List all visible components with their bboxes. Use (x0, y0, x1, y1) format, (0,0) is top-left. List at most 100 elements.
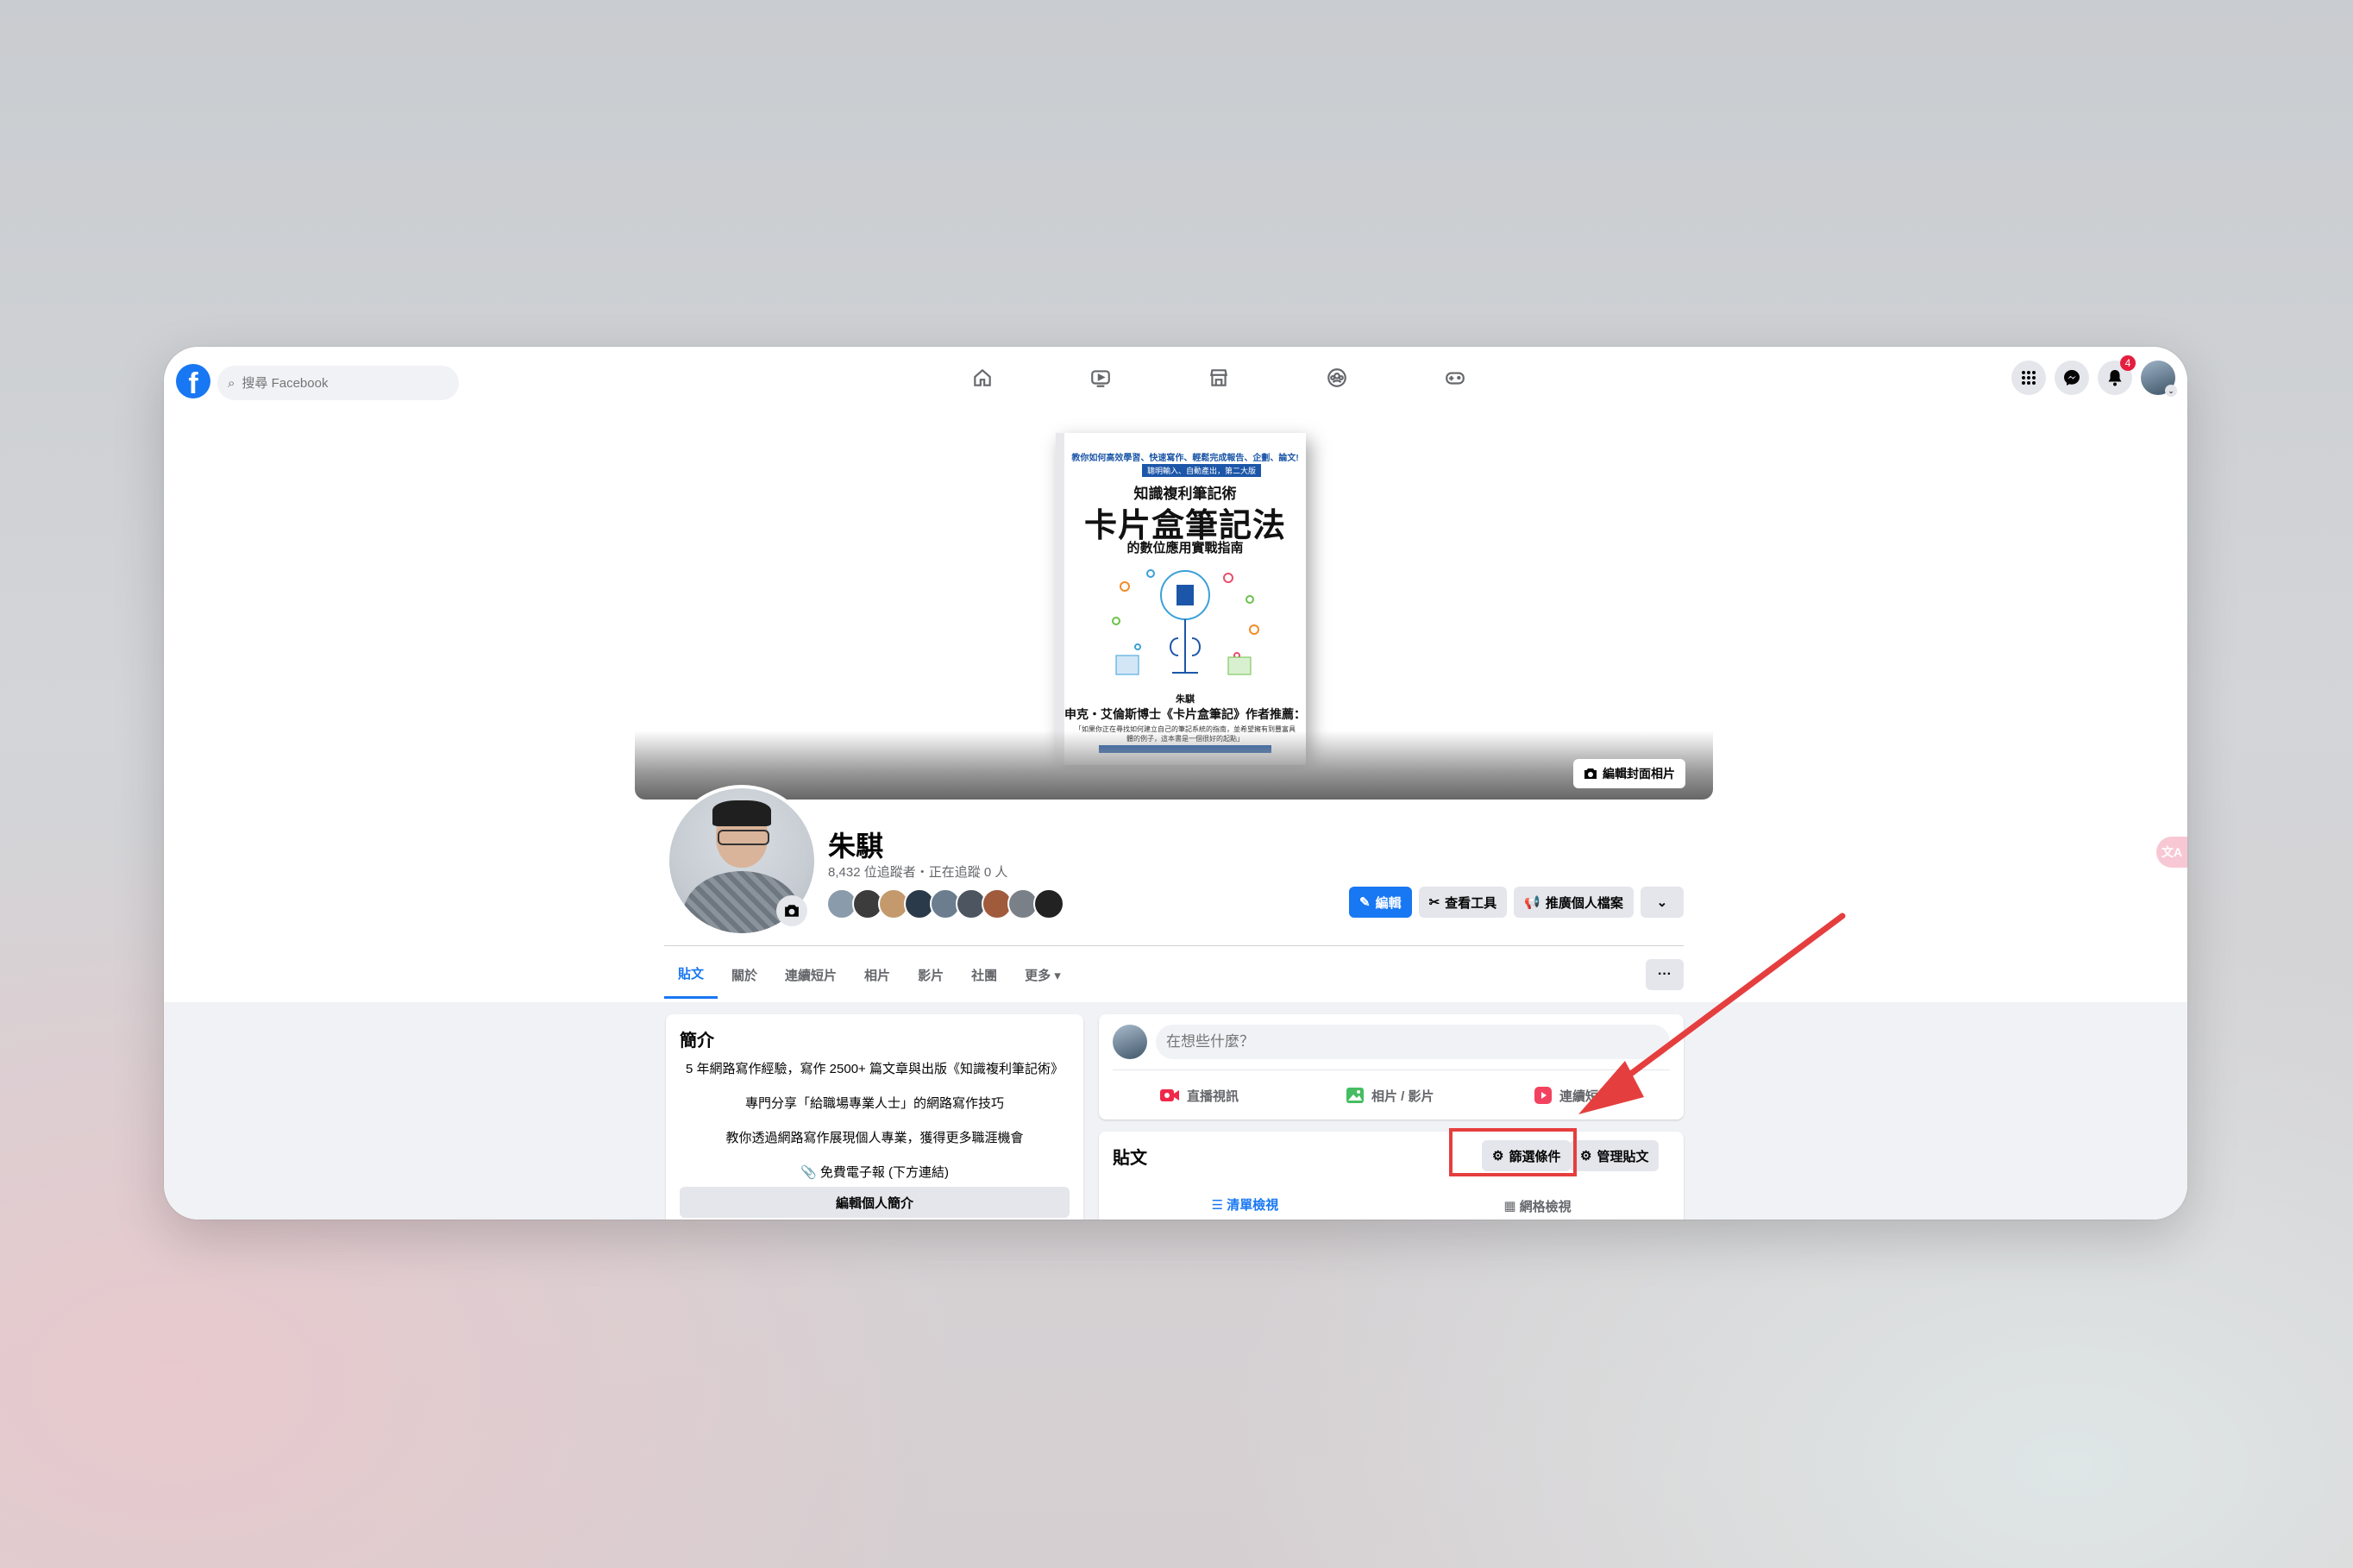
view-tools-button[interactable]: ✂ 查看工具 (1418, 887, 1508, 918)
search-icon: ⌕ (228, 375, 235, 391)
composer-input[interactable] (1156, 1025, 1670, 1059)
list-icon: ☰ (1211, 1197, 1227, 1213)
camera-icon (785, 905, 799, 917)
video-icon (1090, 370, 1110, 387)
book-subtitle: 的數位應用實戰指南 (1126, 541, 1244, 555)
search-input[interactable] (240, 374, 434, 392)
grid-view-label: 網格檢視 (1519, 1199, 1572, 1214)
intro-line: 📎 免費電子報 (下方連結) (800, 1165, 949, 1180)
list-view-tab[interactable]: ☰ 清單檢視 (1099, 1187, 1391, 1220)
edit-cover-label: 編輯封面相片 (1603, 767, 1675, 781)
tab-options-button[interactable]: ··· (1646, 959, 1684, 990)
update-profile-picture-button[interactable] (776, 895, 807, 926)
facebook-logo[interactable]: f (176, 364, 210, 398)
notification-badge: 4 (2120, 355, 2136, 371)
intro-line: 專門分享「給職場專業人士」的網路寫作技巧 (744, 1096, 1004, 1111)
manage-posts-button[interactable]: ⚙ 管理貼文 (1570, 1140, 1660, 1171)
profile-photo-hair (712, 800, 771, 826)
tab-reels[interactable]: 連續短片 (771, 950, 850, 999)
gear-icon: ⚙ (1580, 1149, 1592, 1163)
reels-icon (1534, 1087, 1552, 1104)
tab-more[interactable]: 更多 ▾ (1011, 950, 1075, 999)
cover-gradient (635, 731, 1713, 800)
book-author: 朱騏 (1176, 694, 1195, 705)
gaming-nav-button[interactable] (1396, 361, 1514, 395)
marketplace-nav-button[interactable] (1159, 361, 1277, 395)
profile-photo-glasses (718, 830, 769, 845)
intro-line: 教你透過網路寫作展現個人專業，獲得更多職涯機會 (725, 1131, 1024, 1145)
tab-photos[interactable]: 相片 (850, 950, 904, 999)
composer-avatar[interactable] (1113, 1025, 1147, 1059)
promote-profile-label: 推廣個人檔案 (1545, 895, 1623, 911)
pencil-icon: ✎ (1359, 895, 1371, 910)
book-edition: 聰明輸入、自動產出，第二大版 (1142, 464, 1262, 477)
messenger-button[interactable] (2055, 361, 2089, 395)
post-composer: 直播視訊 相片 / 影片 連續短片 (1099, 1014, 1684, 1120)
camera-icon (1584, 768, 1597, 779)
posts-section: 貼文 ⚙︎ 篩選條件 ⚙ 管理貼文 ☰ 清單檢視 ▦ 網格檢視 (1099, 1132, 1684, 1220)
reels-button[interactable]: 連續短片 (1534, 1078, 1611, 1113)
live-video-label: 直播視訊 (1187, 1088, 1239, 1104)
messenger-icon (2064, 370, 2080, 386)
follower-avatar[interactable] (1033, 888, 1064, 919)
book-tagline: 教你如何高效學習、快速寫作、輕鬆完成報告、企劃、論文! (1071, 454, 1299, 463)
edit-bio-button[interactable]: 編輯個人簡介 (680, 1187, 1070, 1218)
intro-card: 簡介 5 年網路寫作經驗，寫作 2500+ 篇文章與出版《知識複利筆記術》 專門… (666, 1014, 1083, 1220)
search-box[interactable]: ⌕ (217, 366, 459, 400)
intro-title: 簡介 (680, 1032, 714, 1051)
bell-icon (2108, 370, 2122, 386)
translate-icon[interactable]: 文A (2156, 837, 2187, 868)
cover-photo[interactable]: 教你如何高效學習、快速寫作、輕鬆完成報告、企劃、論文! 聰明輸入、自動產出，第二… (635, 407, 1713, 800)
promote-profile-button[interactable]: 📢 推廣個人檔案 (1514, 887, 1634, 918)
reels-label: 連續短片 (1559, 1088, 1612, 1104)
list-view-label: 清單檢視 (1227, 1198, 1279, 1213)
gamepad-icon (1445, 372, 1465, 385)
edit-profile-label: 編輯 (1375, 895, 1402, 911)
tab-posts[interactable]: 貼文 (664, 950, 718, 999)
account-controls: 4 ⌄ (2011, 355, 2177, 397)
photo-video-label: 相片 / 影片 (1371, 1088, 1434, 1104)
browser-window: f ⌕ 搜尋 Facebook 4 ⌄ 教你如何高效學習、快速寫作、輕鬆完成報告… (164, 347, 2187, 1220)
photo-video-button[interactable]: 相片 / 影片 (1346, 1078, 1434, 1113)
groups-nav-button[interactable] (1277, 361, 1396, 395)
home-icon (973, 368, 991, 386)
account-avatar[interactable]: ⌄ (2141, 361, 2177, 397)
grid-view-tab[interactable]: ▦ 網格檢視 (1391, 1187, 1684, 1220)
menu-button[interactable] (2011, 361, 2046, 395)
profile-divider (664, 945, 1684, 946)
edit-cover-photo-button[interactable]: 編輯封面相片 (1573, 759, 1685, 788)
follower-count[interactable]: 8,432 位追蹤者・正在追蹤 0 人 (828, 862, 1007, 881)
intro-line: 5 年網路寫作經驗，寫作 2500+ 篇文章與出版《知識複利筆記術》 (686, 1062, 1064, 1076)
tab-groups[interactable]: 社團 (957, 950, 1011, 999)
book-cover-image: 教你如何高效學習、快速寫作、輕鬆完成報告、企劃、論文! 聰明輸入、自動產出，第二… (1056, 433, 1306, 765)
posts-title: 貼文 (1113, 1149, 1147, 1168)
megaphone-icon: 📢 (1524, 895, 1540, 910)
composer-divider (1113, 1069, 1670, 1070)
main-nav (923, 361, 1514, 395)
notifications-button[interactable]: 4 (2098, 355, 2136, 395)
profile-actions: ✎ 編輯 ✂ 查看工具 📢 推廣個人檔案 ⌄ (1349, 887, 1684, 918)
manage-posts-label: 管理貼文 (1597, 1149, 1649, 1164)
filter-highlight-annotation (1449, 1128, 1577, 1176)
video-nav-button[interactable] (1041, 361, 1159, 395)
tools-icon: ✂ (1428, 895, 1440, 910)
marketplace-icon (1209, 369, 1227, 386)
book-illustration (1112, 569, 1259, 675)
top-navigation-bar: f ⌕ 搜尋 Facebook 4 ⌄ (164, 347, 2187, 408)
edit-profile-button[interactable]: ✎ 編輯 (1349, 887, 1412, 918)
tab-videos[interactable]: 影片 (904, 950, 957, 999)
chevron-down-icon: ⌄ (2165, 385, 2177, 397)
view-tools-label: 查看工具 (1445, 895, 1497, 911)
profile-tabs: 貼文 關於 連續短片 相片 影片 社團 更多 ▾ (664, 950, 1075, 999)
photo-icon (1346, 1088, 1364, 1103)
tab-about[interactable]: 關於 (718, 950, 771, 999)
home-nav-button[interactable] (923, 361, 1041, 395)
live-video-button[interactable]: 直播視訊 (1159, 1078, 1239, 1113)
follower-avatars (826, 888, 1064, 919)
profile-more-dropdown[interactable]: ⌄ (1640, 887, 1684, 918)
book-endorsement: 申克・艾倫斯博士《卡片盒筆記》作者推薦： (1064, 707, 1306, 721)
live-video-icon (1160, 1089, 1179, 1101)
grid-menu-icon (2022, 371, 2036, 385)
groups-icon (1327, 368, 1346, 387)
grid-icon: ▦ (1503, 1199, 1520, 1214)
